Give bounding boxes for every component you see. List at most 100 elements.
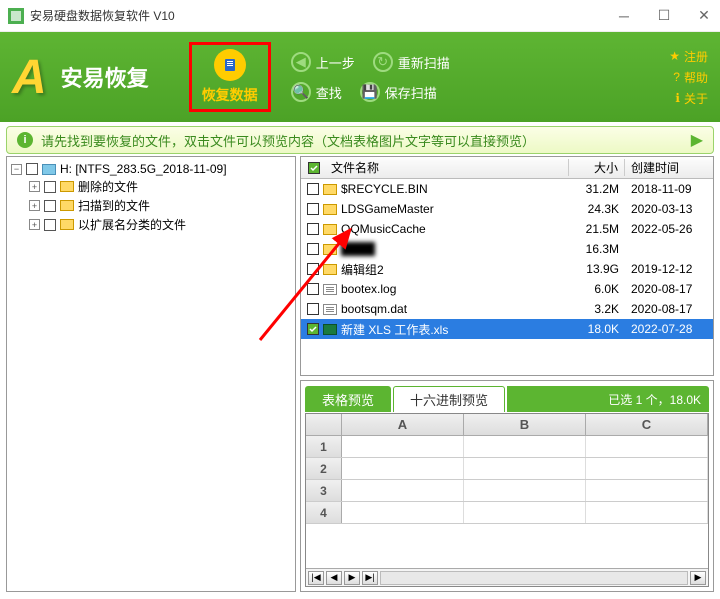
sheet-row[interactable]: 3 — [306, 480, 708, 502]
collapse-icon[interactable]: − — [11, 164, 22, 175]
row-checkbox[interactable] — [307, 303, 319, 315]
sheet-col-header[interactable]: C — [586, 414, 708, 435]
maximize-button[interactable]: ☐ — [656, 8, 672, 24]
file-row[interactable]: bootex.log6.0K2020-08-17 — [301, 279, 713, 299]
tree-checkbox[interactable] — [44, 219, 56, 231]
tree-item[interactable]: + 扫描到的文件 — [11, 196, 291, 215]
file-date: 2020-08-17 — [625, 282, 713, 296]
file-icon — [323, 304, 337, 315]
scroll-track[interactable] — [380, 571, 688, 585]
sheet-row[interactable]: 2 — [306, 458, 708, 480]
find-label: 查找 — [316, 83, 342, 102]
sheet-cell[interactable] — [464, 502, 586, 523]
expand-icon[interactable]: + — [29, 181, 40, 192]
folder-tree[interactable]: − H: [NTFS_283.5G_2018-11-09] +删除的文件+扫描到… — [6, 156, 296, 592]
sheet-row-header[interactable]: 3 — [306, 480, 342, 501]
close-button[interactable]: ✕ — [696, 8, 712, 24]
spreadsheet-preview: ABC 1234 |◀ ◀ ▶ ▶| ▶ — [305, 413, 709, 587]
tree-root[interactable]: − H: [NTFS_283.5G_2018-11-09] — [11, 161, 291, 177]
help-label: 帮助 — [684, 69, 708, 86]
file-row[interactable]: ████16.3M — [301, 239, 713, 259]
row-checkbox[interactable] — [307, 183, 319, 195]
sheet-cell[interactable] — [342, 502, 464, 523]
window-title: 安易硬盘数据恢复软件 V10 — [30, 7, 175, 24]
scroll-right-icon[interactable]: ▶ — [690, 571, 706, 585]
sheet-scrollbar[interactable]: |◀ ◀ ▶ ▶| ▶ — [306, 568, 708, 586]
recover-label: 恢复数据 — [202, 85, 258, 105]
sheet-cell[interactable] — [464, 458, 586, 479]
sheet-row-header[interactable]: 2 — [306, 458, 342, 479]
sheet-cell[interactable] — [586, 480, 708, 501]
row-checkbox[interactable] — [307, 223, 319, 235]
help-icon: ? — [673, 70, 680, 84]
file-row[interactable]: LDSGameMaster24.3K2020-03-13 — [301, 199, 713, 219]
tree-checkbox[interactable] — [26, 163, 38, 175]
sheet-cell[interactable] — [586, 502, 708, 523]
scroll-next-icon[interactable]: ▶ — [344, 571, 360, 585]
banner-text: 请先找到要恢复的文件，双击文件可以预览内容（文档表格图片文字等可以直接预览） — [41, 131, 535, 150]
folder-icon — [323, 244, 337, 255]
sheet-cell[interactable] — [586, 458, 708, 479]
file-name: ████ — [341, 242, 569, 256]
file-size: 24.3K — [569, 202, 625, 216]
file-row[interactable]: $RECYCLE.BIN31.2M2018-11-09 — [301, 179, 713, 199]
toolbar-header: A 安易恢复 恢复数据 ◀上一步 ↻重新扫描 🔍查找 💾保存扫描 ★注册 ?帮助… — [0, 32, 720, 122]
file-row[interactable]: bootsqm.dat3.2K2020-08-17 — [301, 299, 713, 319]
rescan-button[interactable]: ↻重新扫描 — [373, 52, 450, 72]
expand-icon[interactable]: + — [29, 200, 40, 211]
find-button[interactable]: 🔍查找 — [291, 82, 342, 102]
sheet-col-header[interactable]: B — [464, 414, 586, 435]
register-link[interactable]: ★注册 — [669, 48, 708, 65]
save-scan-button[interactable]: 💾保存扫描 — [360, 82, 437, 102]
hint-banner: i 请先找到要恢复的文件，双击文件可以预览内容（文档表格图片文字等可以直接预览）… — [6, 126, 714, 154]
sheet-row-header[interactable]: 1 — [306, 436, 342, 457]
tab-table-preview[interactable]: 表格预览 — [305, 386, 391, 412]
scroll-first-icon[interactable]: |◀ — [308, 571, 324, 585]
recover-data-button[interactable]: 恢复数据 — [202, 49, 258, 105]
select-all-checkbox[interactable] — [308, 162, 320, 174]
scroll-last-icon[interactable]: ▶| — [362, 571, 378, 585]
row-checkbox[interactable] — [307, 203, 319, 215]
col-size[interactable]: 大小 — [569, 159, 625, 176]
tree-label: 扫描到的文件 — [78, 197, 150, 214]
sheet-row[interactable]: 4 — [306, 502, 708, 524]
sheet-col-header[interactable]: A — [342, 414, 464, 435]
expand-icon[interactable]: + — [29, 219, 40, 230]
sheet-cell[interactable] — [464, 436, 586, 457]
row-checkbox[interactable] — [307, 323, 319, 335]
tree-checkbox[interactable] — [44, 200, 56, 212]
sheet-cell[interactable] — [342, 480, 464, 501]
sheet-row[interactable]: 1 — [306, 436, 708, 458]
tab-hex-preview[interactable]: 十六进制预览 — [393, 386, 505, 412]
row-checkbox[interactable] — [307, 243, 319, 255]
back-button[interactable]: ◀上一步 — [291, 52, 355, 72]
minimize-button[interactable]: ─ — [616, 8, 632, 24]
file-size: 16.3M — [569, 242, 625, 256]
file-size: 18.0K — [569, 322, 625, 336]
sheet-corner[interactable] — [306, 414, 342, 435]
tree-item[interactable]: +删除的文件 — [11, 177, 291, 196]
row-checkbox[interactable] — [307, 263, 319, 275]
row-checkbox[interactable] — [307, 283, 319, 295]
file-list[interactable]: 文件名称 大小 创建时间 $RECYCLE.BIN31.2M2018-11-09… — [300, 156, 714, 376]
file-row[interactable]: 编辑组213.9G2019-12-12 — [301, 259, 713, 279]
sheet-cell[interactable] — [464, 480, 586, 501]
tree-checkbox[interactable] — [44, 181, 56, 193]
sheet-cell[interactable] — [342, 458, 464, 479]
scroll-prev-icon[interactable]: ◀ — [326, 571, 342, 585]
folder-icon — [323, 184, 337, 195]
help-link[interactable]: ? 帮助 — [673, 69, 708, 86]
file-name: bootex.log — [341, 282, 569, 296]
file-row[interactable]: 新建 XLS 工作表.xls18.0K2022-07-28 — [301, 319, 713, 339]
sheet-cell[interactable] — [586, 436, 708, 457]
about-link[interactable]: ℹ关于 — [675, 90, 708, 107]
tree-item[interactable]: +以扩展名分类的文件 — [11, 215, 291, 234]
col-name[interactable]: 文件名称 — [327, 159, 569, 176]
sheet-cell[interactable] — [342, 436, 464, 457]
file-row[interactable]: QQMusicCache21.5M2022-05-26 — [301, 219, 713, 239]
folder-icon — [323, 224, 337, 235]
sheet-row-header[interactable]: 4 — [306, 502, 342, 523]
file-name: bootsqm.dat — [341, 302, 569, 316]
file-size: 31.2M — [569, 182, 625, 196]
col-date[interactable]: 创建时间 — [625, 159, 713, 176]
